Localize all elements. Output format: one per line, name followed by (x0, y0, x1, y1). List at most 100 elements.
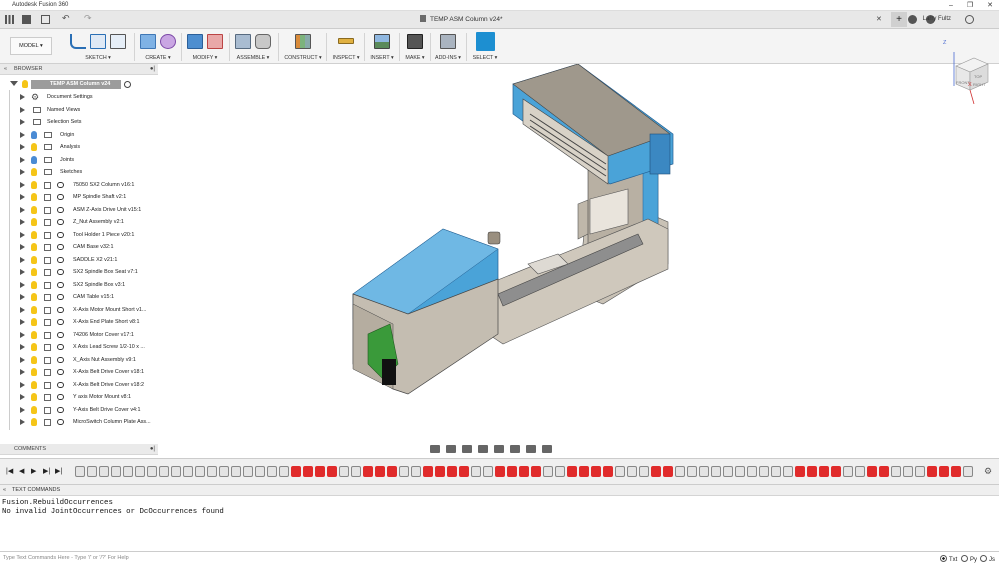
expand-icon[interactable] (20, 244, 25, 250)
select-cursor-icon[interactable] (475, 31, 495, 51)
timeline-feature-icon[interactable] (783, 466, 793, 477)
timeline-next-icon[interactable]: ▶| (43, 467, 50, 475)
timeline-feature-icon[interactable] (603, 466, 613, 477)
timeline-feature-icon[interactable] (651, 466, 661, 477)
browser-item[interactable]: 75050 SX2 Column v16:1 (0, 179, 158, 192)
visibility-bulb-icon[interactable] (31, 205, 37, 214)
sphere-grid-icon[interactable] (160, 33, 176, 49)
timeline-prev-icon[interactable]: ◀ (19, 467, 24, 475)
timeline-feature-icon[interactable] (735, 466, 745, 477)
visibility-bulb-icon[interactable] (31, 268, 37, 276)
timeline-feature-icon[interactable] (567, 466, 577, 477)
expand-icon[interactable] (20, 256, 25, 263)
expand-icon[interactable] (20, 356, 25, 363)
grid-settings-icon[interactable] (526, 445, 536, 453)
insert-menu[interactable]: INSERT ▾ (367, 55, 397, 61)
expand-icon[interactable] (20, 194, 25, 200)
browser-item[interactable]: SX2 Spindle Box Seat v7:1 (0, 266, 158, 279)
timeline-feature-icon[interactable] (915, 466, 925, 477)
timeline-feature-icon[interactable] (303, 466, 313, 477)
visibility-bulb-icon[interactable] (31, 180, 37, 189)
expand-icon[interactable] (20, 206, 25, 213)
browser-item[interactable]: ⚙ Document Settings (0, 91, 158, 104)
timeline-feature-icon[interactable] (495, 466, 505, 477)
timeline-feature-icon[interactable] (123, 466, 133, 477)
timeline-feature-icon[interactable] (135, 466, 145, 477)
canvas-viewport[interactable]: TOP FRONT RIGHT Z X (158, 40, 999, 457)
expand-icon[interactable] (20, 369, 25, 375)
save-icon[interactable] (41, 15, 50, 24)
browser-item[interactable]: Origin (0, 129, 158, 142)
construct-group[interactable]: CONSTRUCT ▾ (282, 31, 324, 63)
pin-panel-icon[interactable]: ●| (150, 64, 155, 75)
expand-icon[interactable] (20, 219, 25, 225)
close-tab-icon[interactable]: ✕ (876, 15, 882, 23)
job-status-icon[interactable] (908, 15, 917, 24)
visibility-bulb-icon[interactable] (31, 243, 37, 251)
timeline-feature-icon[interactable] (687, 466, 697, 477)
browser-item[interactable]: X_Axis Nut Assembly v9:1 (0, 354, 158, 367)
timeline-feature-icon[interactable] (831, 466, 841, 477)
addins-menu[interactable]: ADD-INS ▾ (433, 55, 463, 61)
visibility-bulb-icon[interactable] (31, 280, 37, 289)
browser-item[interactable]: Y-Axis Belt Drive Cover v4:1 (0, 404, 158, 417)
timeline-feature-icon[interactable] (267, 466, 277, 477)
workspace-switcher[interactable]: MODEL ▾ (10, 37, 52, 55)
look-at-icon[interactable] (446, 445, 456, 453)
inspect-group[interactable]: INSPECT ▾ (330, 31, 362, 63)
visibility-bulb-icon[interactable] (31, 130, 37, 139)
expand-icon[interactable] (20, 106, 25, 113)
browser-item[interactable]: ASM Z-Axis Drive Unit v15:1 (0, 204, 158, 217)
timeline-feature-icon[interactable] (879, 466, 889, 477)
expand-icon[interactable] (20, 169, 25, 175)
browser-item[interactable]: SADDLE X2 v21:1 (0, 254, 158, 267)
browser-item[interactable]: Analysis (0, 141, 158, 154)
browser-item[interactable]: 74206 Motor Cover v17:1 (0, 329, 158, 342)
text-command-input[interactable]: Type Text Commands Here - Type '/' or '/… (0, 551, 999, 563)
timeline-feature-icon[interactable] (579, 466, 589, 477)
timeline-feature-icon[interactable] (867, 466, 877, 477)
timeline-feature-icon[interactable] (807, 466, 817, 477)
viewports-icon[interactable] (542, 445, 552, 453)
new-tab-icon[interactable]: + (891, 12, 907, 27)
browser-item[interactable]: Z_Nut Assembly v2:1 (0, 216, 158, 229)
timeline-feature-icon[interactable] (411, 466, 421, 477)
timeline-feature-icon[interactable] (519, 466, 529, 477)
box-icon[interactable] (140, 33, 156, 49)
modify-group[interactable]: MODIFY ▾ (184, 31, 226, 63)
timeline-settings-icon[interactable]: ⚙ (984, 466, 992, 477)
timeline-feature-icon[interactable] (243, 466, 253, 477)
select-menu[interactable]: SELECT ▾ (470, 55, 500, 61)
expand-root-icon[interactable] (10, 81, 18, 86)
timeline-feature-icon[interactable] (627, 466, 637, 477)
timeline-feature-icon[interactable] (147, 466, 157, 477)
timeline-feature-icon[interactable] (771, 466, 781, 477)
browser-item[interactable]: X-Axis Belt Drive Cover v18:2 (0, 379, 158, 392)
timeline-feature-icon[interactable] (963, 466, 973, 477)
timeline-feature-icon[interactable] (819, 466, 829, 477)
select-group[interactable]: SELECT ▾ (470, 31, 500, 63)
visibility-bulb-icon[interactable] (31, 293, 37, 301)
timeline-feature-icon[interactable] (855, 466, 865, 477)
data-panel-grid-icon[interactable] (5, 15, 14, 24)
activate-radio-icon[interactable] (124, 81, 131, 88)
sketch-line-icon[interactable] (70, 33, 86, 49)
timeline-feature-icon[interactable] (159, 466, 169, 477)
visibility-bulb-icon[interactable] (31, 393, 37, 401)
browser-root[interactable]: TEMP ASM Column v24 (0, 78, 158, 91)
timeline-feature-icon[interactable] (195, 466, 205, 477)
timeline-feature-icon[interactable] (459, 466, 469, 477)
expand-icon[interactable] (20, 231, 25, 238)
timeline-feature-icon[interactable] (951, 466, 961, 477)
visibility-bulb-icon[interactable] (31, 355, 37, 364)
timeline-feature-icon[interactable] (507, 466, 517, 477)
rectangle-icon[interactable] (90, 33, 106, 49)
viewcube-svg[interactable] (944, 44, 994, 105)
timeline-feature-icon[interactable] (639, 466, 649, 477)
expand-icon[interactable] (20, 281, 25, 288)
comments-panel[interactable]: COMMENTS ●| (0, 444, 158, 455)
mode-py-radio[interactable]: Py (961, 554, 977, 566)
timeline-feature-icon[interactable] (591, 466, 601, 477)
new-component-icon[interactable] (235, 33, 251, 49)
browser-header[interactable]: « BROWSER ●| (0, 64, 158, 75)
